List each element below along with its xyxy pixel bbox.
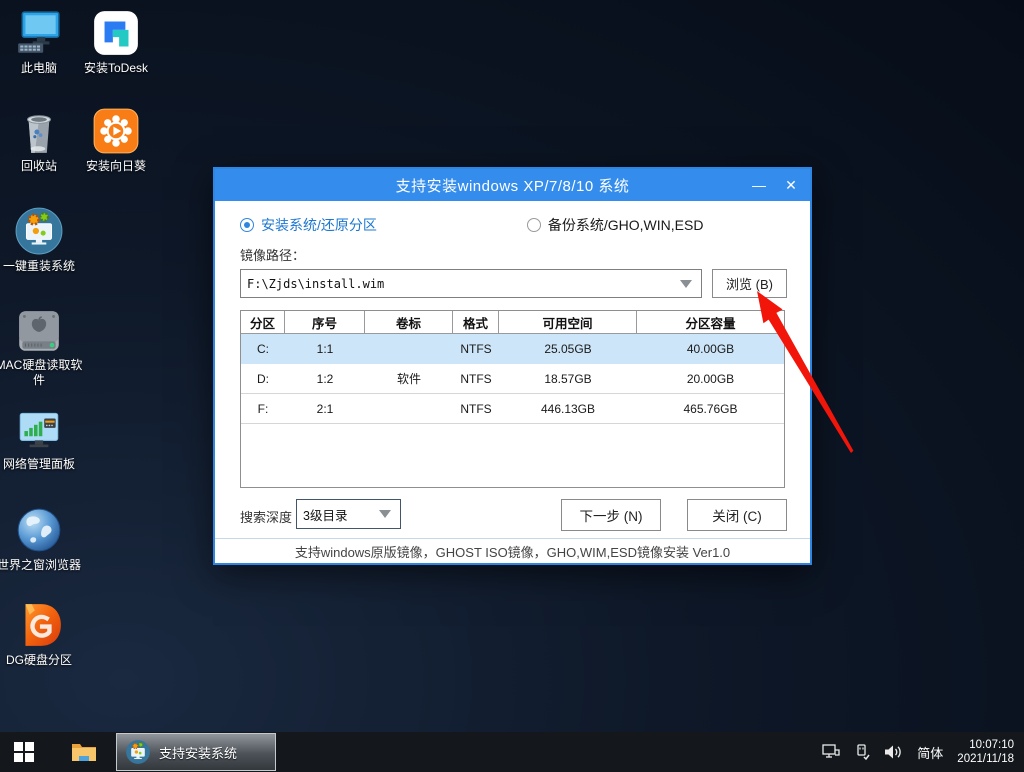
search-depth-value: 3级目录 (297, 505, 379, 524)
cell: 1:1 (285, 334, 365, 363)
chevron-down-icon (379, 510, 391, 518)
reinstall-system-icon (0, 206, 84, 256)
desktop-icon-label: 一键重装系统 (0, 259, 84, 274)
cell: 20.00GB (637, 364, 784, 393)
cell: 2:1 (285, 394, 365, 423)
image-path-combobox[interactable]: F:\Zjds\install.wim (240, 269, 702, 298)
cell: 18.57GB (499, 364, 637, 393)
col-header: 分区 (241, 311, 285, 333)
cell (365, 334, 453, 363)
cell: D: (241, 364, 285, 393)
cell: NTFS (453, 394, 499, 423)
image-path-value: F:\Zjds\install.wim (241, 277, 680, 291)
col-header: 卷标 (365, 311, 453, 333)
table-header-row: 分区 序号 卷标 格式 可用空间 分区容量 (241, 311, 784, 334)
radio-label: 安装系统/还原分区 (261, 215, 377, 235)
cell: F: (241, 394, 285, 423)
search-depth-label: 搜索深度 (240, 507, 292, 526)
system-tray: 简体 10:07:10 2021/11/18 (822, 732, 1024, 772)
installer-dialog: 支持安装windows XP/7/8/10 系统 — ✕ 安装系统/还原分区 备… (213, 167, 812, 565)
cell: 40.00GB (637, 334, 784, 363)
network-icon[interactable] (822, 744, 841, 760)
taskbar-item-installer[interactable]: 支持安装系统 (116, 733, 276, 771)
diskgenius-icon (0, 600, 84, 650)
desktop-icon-label: 世界之窗浏览器 (0, 558, 84, 573)
close-button[interactable]: 关闭 (C) (687, 499, 787, 531)
desktop-icon-todesk[interactable]: 安装ToDesk (71, 8, 161, 76)
ime-indicator[interactable]: 简体 (917, 743, 943, 762)
cell: NTFS (453, 334, 499, 363)
volume-icon[interactable] (884, 744, 903, 760)
radio-unselected-icon (527, 218, 541, 232)
desktop-icon-onekey-reinstall[interactable]: 一键重装系统 (0, 206, 84, 274)
dialog-footer-text: 支持windows原版镜像，GHOST ISO镜像，GHO,WIM,ESD镜像安… (215, 538, 810, 563)
radio-install-restore[interactable]: 安装系统/还原分区 (240, 215, 377, 235)
taskbar: 支持安装系统 简体 (0, 732, 1024, 772)
cell: C: (241, 334, 285, 363)
col-header: 格式 (453, 311, 499, 333)
minimize-button[interactable]: — (744, 169, 774, 201)
col-header: 分区容量 (637, 311, 784, 333)
cell: 25.05GB (499, 334, 637, 363)
desktop-icon-mac-disk-reader[interactable]: MAC硬盘读取软件 (0, 305, 84, 388)
desktop-icon-label: DG硬盘分区 (0, 653, 84, 668)
browse-button[interactable]: 浏览 (B) (712, 269, 787, 298)
windows-logo-icon (14, 742, 34, 762)
cell: NTFS (453, 364, 499, 393)
taskbar-item-label: 支持安装系统 (159, 743, 237, 762)
cell: 1:2 (285, 364, 365, 393)
table-row-f[interactable]: F: 2:1 NTFS 446.13GB 465.76GB (241, 394, 784, 424)
chevron-down-icon (680, 280, 692, 288)
dialog-titlebar: 支持安装windows XP/7/8/10 系统 (215, 169, 810, 201)
reinstall-system-icon (125, 739, 151, 765)
desktop-icon-label: 安装ToDesk (71, 61, 161, 76)
col-header: 序号 (285, 311, 365, 333)
partition-table: 分区 序号 卷标 格式 可用空间 分区容量 C: 1:1 NTFS 25.05G… (240, 310, 785, 488)
file-explorer-button[interactable] (62, 732, 106, 772)
folder-icon (71, 741, 97, 763)
usb-icon[interactable] (855, 744, 870, 761)
clock-time: 10:07:10 (957, 738, 1014, 752)
desktop-icon-network-panel[interactable]: 网络管理面板 (0, 404, 84, 472)
radio-selected-icon (240, 218, 254, 232)
taskbar-clock[interactable]: 10:07:10 2021/11/18 (957, 738, 1014, 766)
next-step-button[interactable]: 下一步 (N) (561, 499, 661, 531)
clock-date: 2021/11/18 (957, 752, 1014, 766)
sunflower-icon (71, 106, 161, 156)
cell: 446.13GB (499, 394, 637, 423)
mac-disk-icon (0, 305, 84, 355)
dialog-title: 支持安装windows XP/7/8/10 系统 (396, 175, 630, 196)
network-panel-icon (0, 404, 84, 454)
cell: 软件 (365, 364, 453, 393)
globe-icon (0, 505, 84, 555)
desktop-icon-label: MAC硬盘读取软件 (0, 358, 84, 388)
close-window-button[interactable]: ✕ (776, 169, 806, 201)
desktop-icon-label: 网络管理面板 (0, 457, 84, 472)
desktop-icon-dg-partition[interactable]: DG硬盘分区 (0, 600, 84, 668)
radio-label: 备份系统/GHO,WIN,ESD (548, 215, 704, 235)
desktop-icon-sunlogin[interactable]: 安装向日葵 (71, 106, 161, 174)
col-header: 可用空间 (499, 311, 637, 333)
cell (365, 394, 453, 423)
start-button[interactable] (0, 732, 48, 772)
search-depth-select[interactable]: 3级目录 (296, 499, 401, 529)
cell: 465.76GB (637, 394, 784, 423)
table-row-c[interactable]: C: 1:1 NTFS 25.05GB 40.00GB (241, 334, 784, 364)
radio-backup[interactable]: 备份系统/GHO,WIN,ESD (527, 215, 704, 235)
desktop-icon-world-browser[interactable]: 世界之窗浏览器 (0, 505, 84, 573)
table-row-d[interactable]: D: 1:2 软件 NTFS 18.57GB 20.00GB (241, 364, 784, 394)
image-path-label: 镜像路径： (240, 245, 305, 264)
desktop-icon-label: 安装向日葵 (71, 159, 161, 174)
todesk-icon (71, 8, 161, 58)
